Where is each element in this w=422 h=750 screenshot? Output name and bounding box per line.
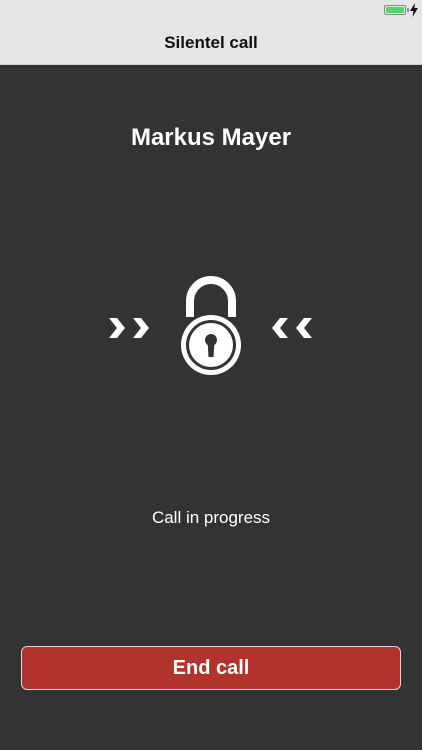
call-screen: Silentel call Markus Mayer Call in progr… xyxy=(0,0,422,750)
padlock-icon xyxy=(181,276,241,375)
battery-icon xyxy=(384,5,406,15)
battery-level-fill xyxy=(386,7,404,13)
battery-tip xyxy=(407,8,409,12)
caller-name: Markus Mayer xyxy=(130,124,292,151)
lightning-bolt-icon xyxy=(410,3,418,17)
page-title: Silentel call xyxy=(164,33,258,52)
call-status-label: Call in progress xyxy=(151,508,271,527)
status-bar xyxy=(0,0,422,22)
double-chevron-right-icon xyxy=(109,318,149,338)
double-chevron-left-icon xyxy=(272,318,312,338)
secure-connection-indicator xyxy=(0,275,422,385)
end-call-button[interactable]: End call xyxy=(21,646,401,690)
navigation-bar: Silentel call xyxy=(0,0,422,65)
